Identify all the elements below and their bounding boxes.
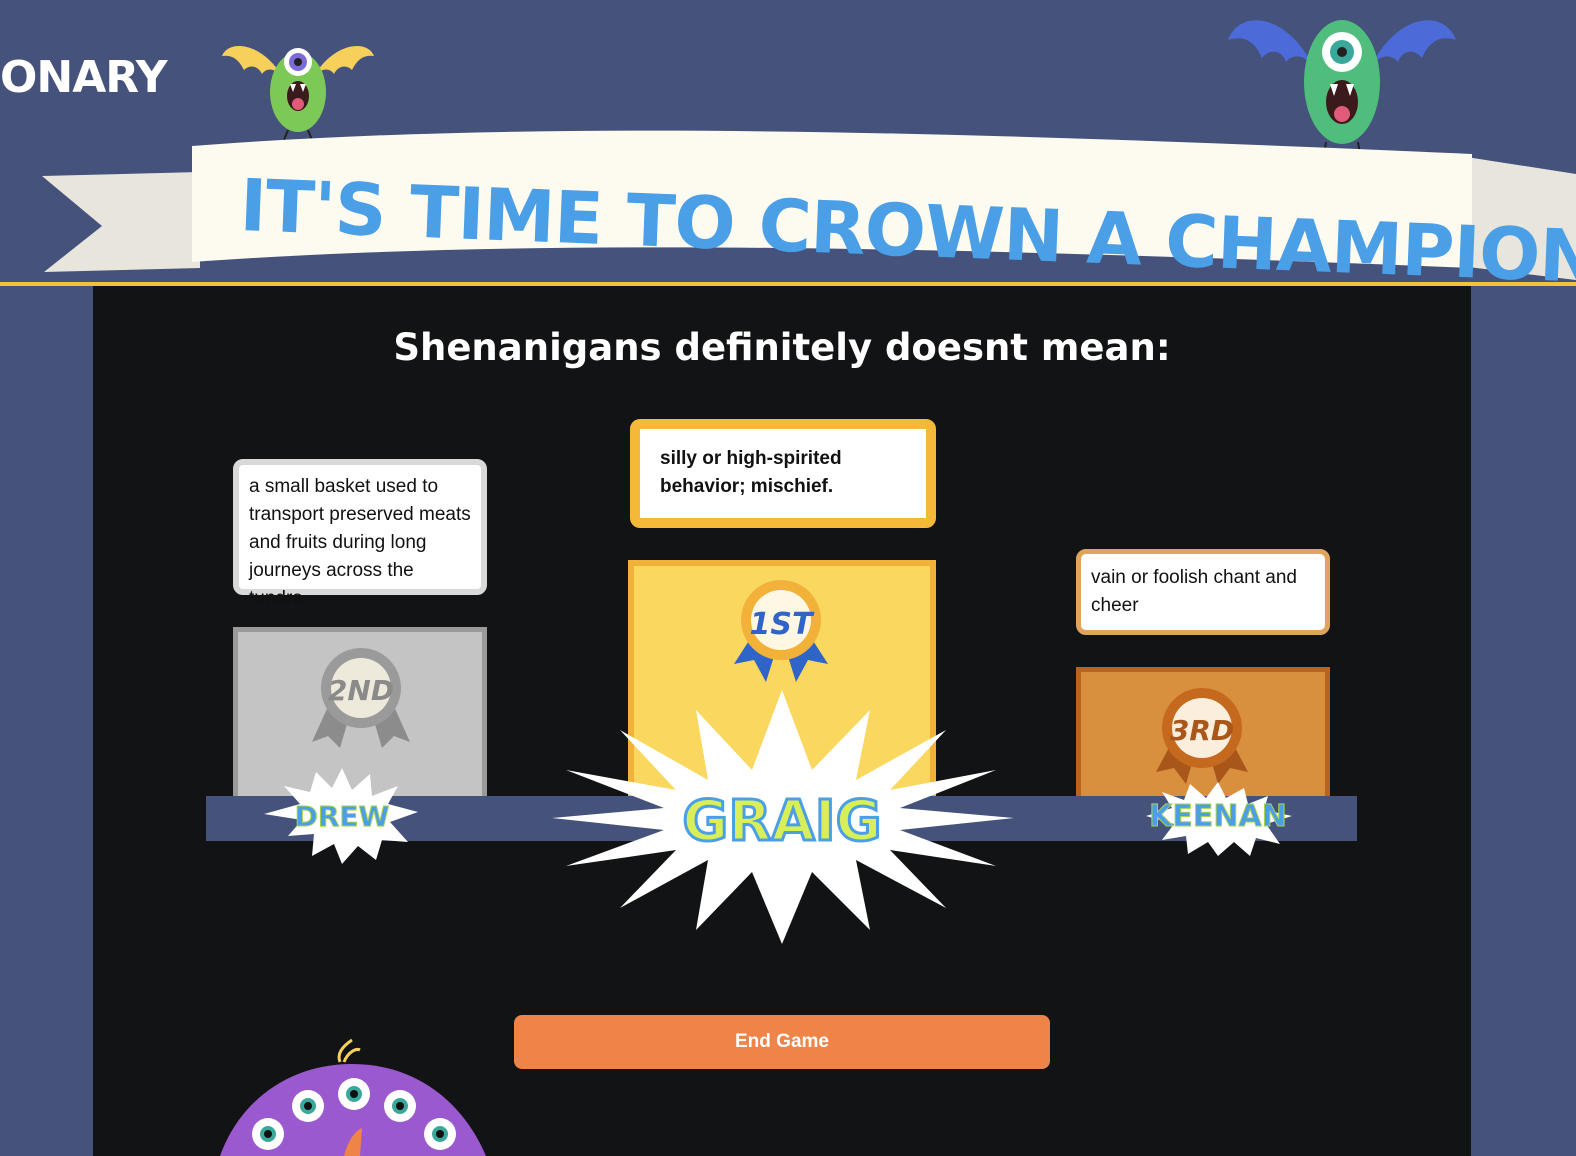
podium-base-bar xyxy=(206,796,1357,841)
question-prompt: Shenanigans definitely doesnt mean: xyxy=(393,326,1171,369)
app-logo: ONARY xyxy=(0,52,168,103)
end-game-button[interactable]: End Game xyxy=(514,1015,1050,1069)
podium-second xyxy=(233,627,487,799)
podium-first xyxy=(628,560,936,800)
podium-third xyxy=(1076,667,1330,799)
answer-card-first: silly or high-spirited behavior; mischie… xyxy=(630,419,936,528)
answer-card-second: a small basket used to transport preserv… xyxy=(233,459,487,609)
answer-card-third: vain or foolish chant and cheer xyxy=(1076,549,1330,635)
